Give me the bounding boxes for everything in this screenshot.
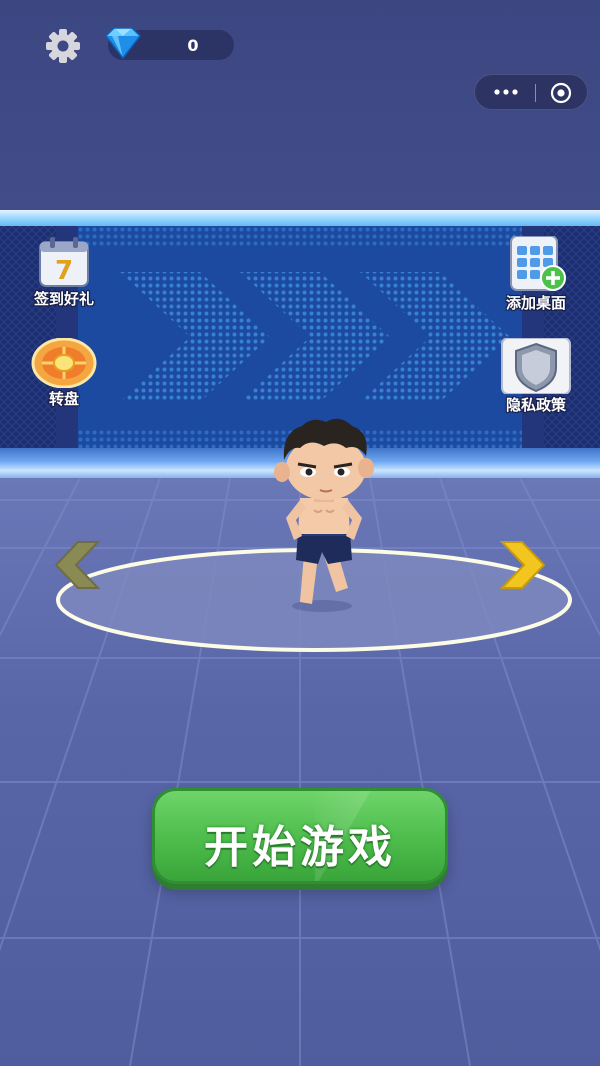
- calendar-icon: 7: [39, 237, 89, 287]
- phone-add-icon: [510, 236, 566, 291]
- stage-top-rim: [0, 210, 600, 226]
- diamond-count: 0: [187, 36, 199, 55]
- daily-signin-button[interactable]: 7 签到好礼: [24, 236, 104, 309]
- capsule-divider: [535, 84, 536, 102]
- signin-label: 签到好礼: [33, 290, 94, 308]
- gear-icon[interactable]: [42, 28, 84, 64]
- privacy-label: 隐私政策: [505, 396, 566, 414]
- start-game-label: 开始游戏: [204, 822, 396, 873]
- chevron-left-icon[interactable]: [54, 540, 100, 590]
- start-game-button[interactable]: 开始游戏: [152, 788, 448, 884]
- wheel-label: 转盘: [48, 390, 79, 408]
- privacy-policy-button[interactable]: 隐私政策: [490, 338, 582, 415]
- chevron-right-icon[interactable]: [500, 540, 546, 590]
- top-header: 0: [0, 0, 600, 212]
- lucky-wheel-icon: [31, 338, 97, 388]
- add-desktop-label: 添加桌面: [505, 294, 566, 312]
- diamond-icon: [105, 27, 141, 60]
- target-circle-icon[interactable]: [550, 82, 572, 104]
- more-dots-icon[interactable]: [491, 83, 521, 101]
- player-character: [274, 418, 374, 612]
- calendar-day: 7: [55, 256, 73, 286]
- shield-icon: [501, 338, 571, 394]
- add-to-desktop-button[interactable]: 添加桌面: [490, 236, 582, 313]
- mini-program-capsule: [474, 74, 588, 110]
- lucky-wheel-button[interactable]: 转盘: [24, 338, 104, 409]
